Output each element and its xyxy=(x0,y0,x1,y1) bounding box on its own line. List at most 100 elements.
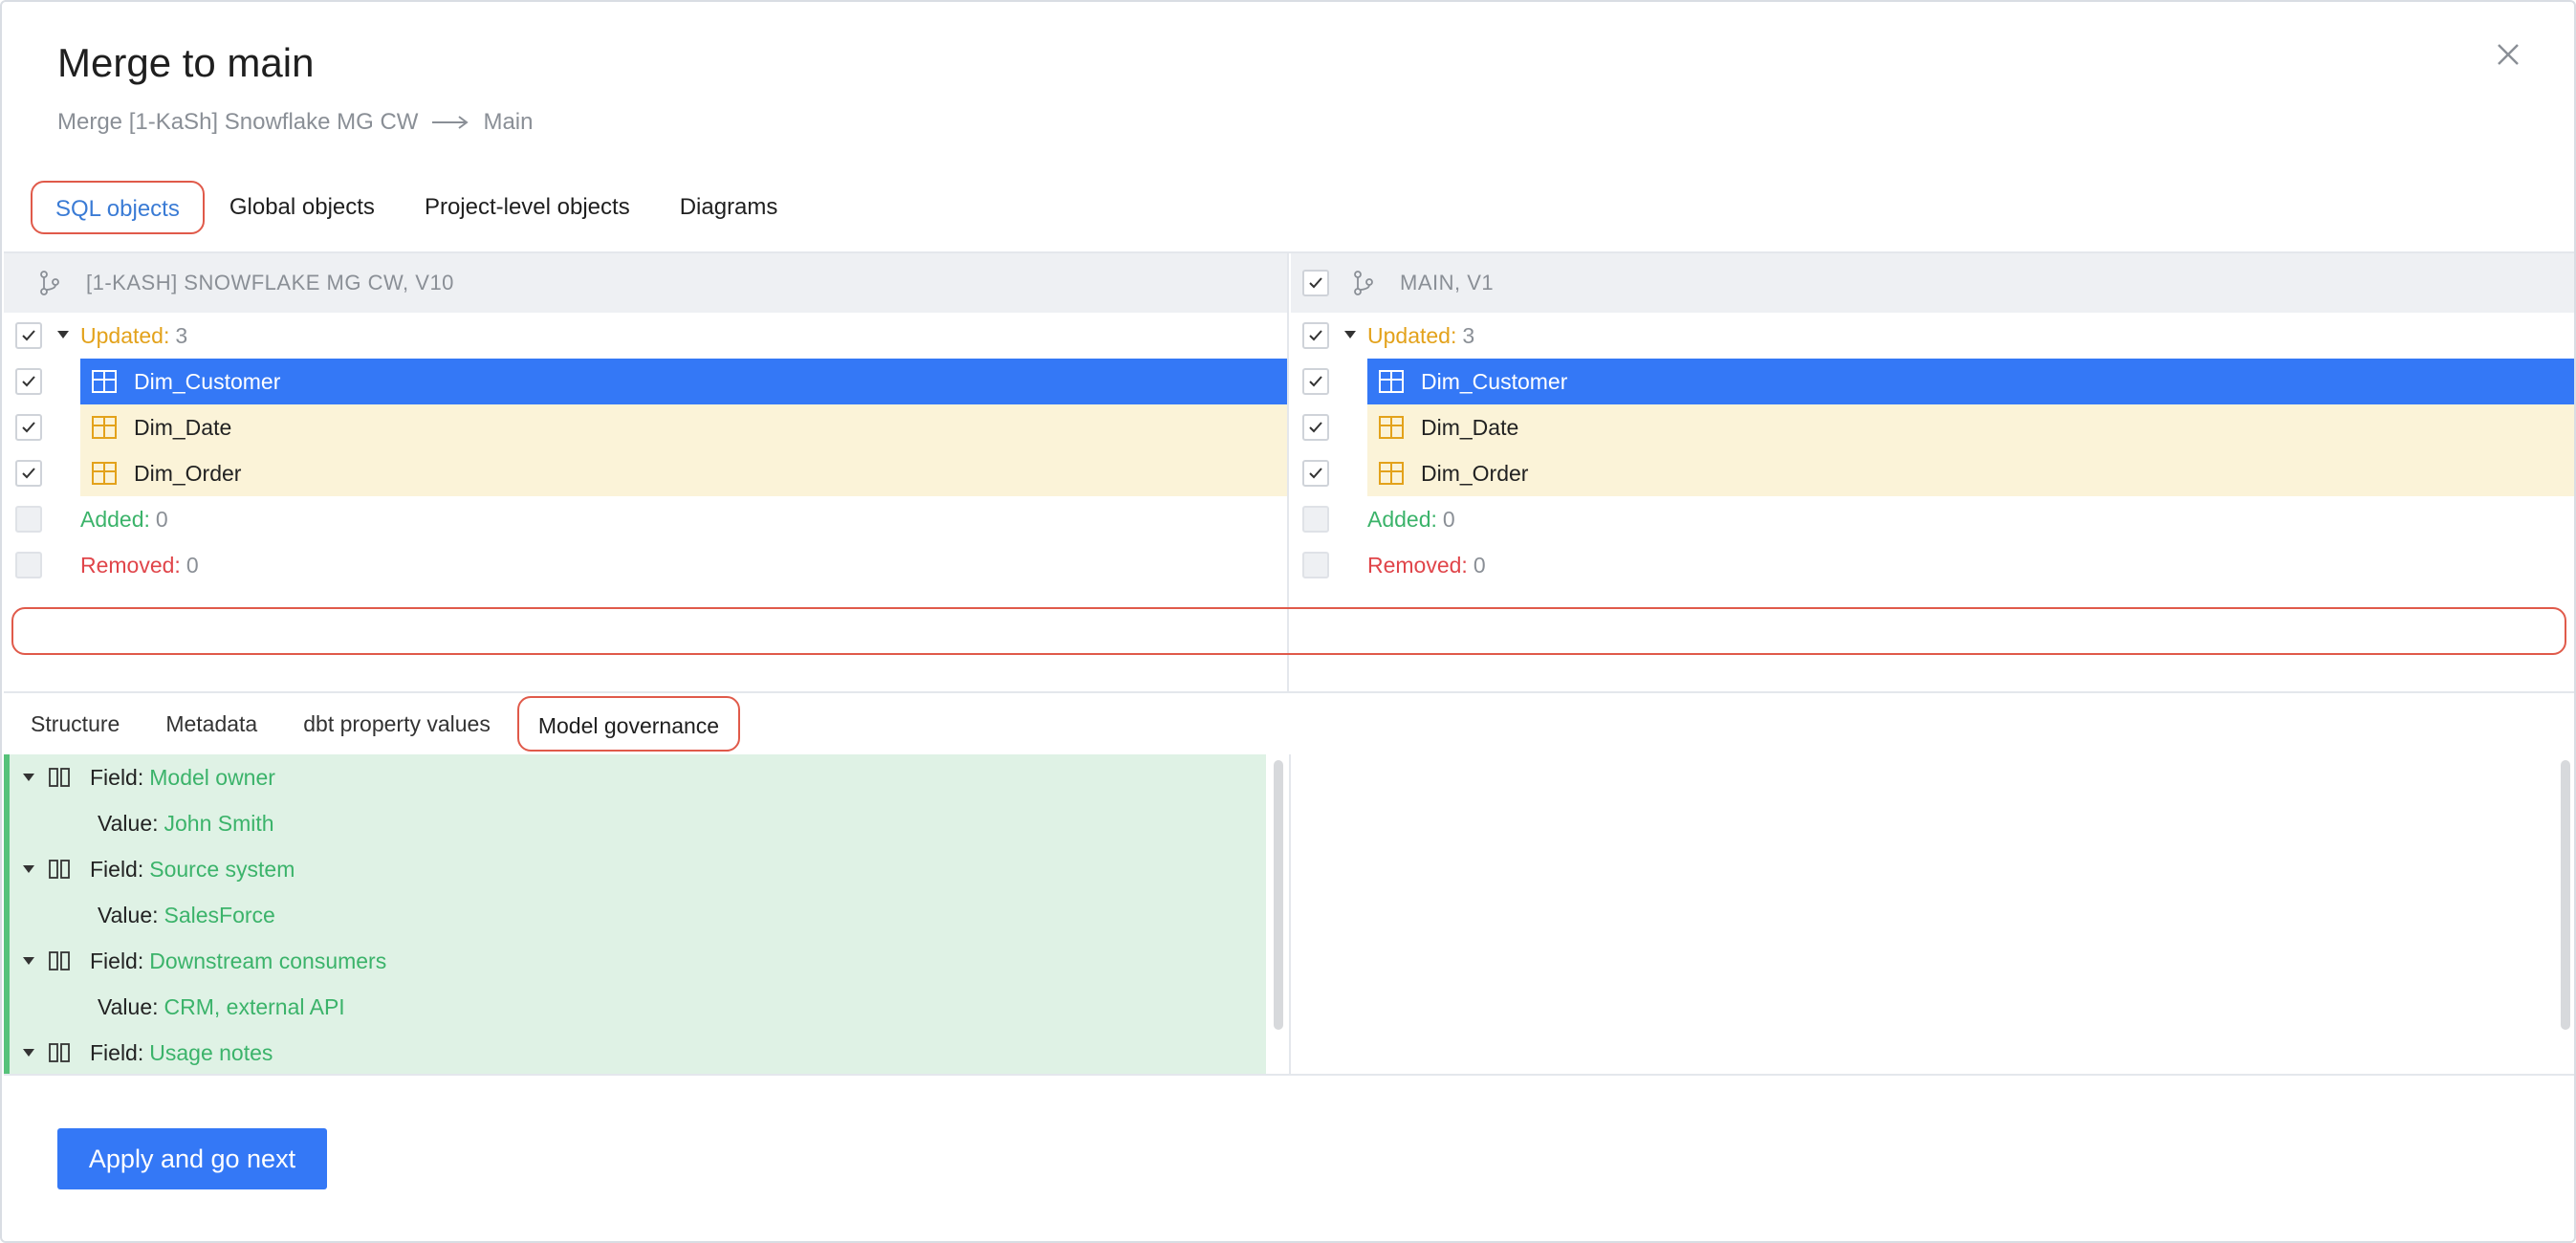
check-icon xyxy=(1309,422,1322,433)
list-item[interactable]: Dim_Customer xyxy=(4,359,1287,404)
added-label: Added: xyxy=(1367,507,1437,532)
object-tabs: SQL objects Global objects Project-level… xyxy=(31,181,802,234)
select-all-checkbox[interactable] xyxy=(1302,270,1329,296)
removed-count: 0 xyxy=(186,553,199,578)
right-pane-header: MAIN, V1 xyxy=(1291,253,2574,313)
check-icon xyxy=(22,468,35,479)
value-label: Value: xyxy=(98,902,159,927)
added-count: 0 xyxy=(1442,507,1455,532)
detail-panel: Field: Model owner Value: John Smith Field… xyxy=(4,754,2574,1076)
field-label: Field: xyxy=(90,948,144,973)
right-pane-title: MAIN, V1 xyxy=(1400,271,1495,294)
apply-and-go-next-button[interactable]: Apply and go next xyxy=(57,1128,327,1189)
tab-structure[interactable]: Structure xyxy=(11,696,139,752)
item-checkbox[interactable] xyxy=(1302,460,1329,487)
item-name: Dim_Order xyxy=(134,460,242,486)
detail-tabs: Structure Metadata dbt property values M… xyxy=(4,691,2574,754)
arrow-right-icon xyxy=(432,116,469,129)
tab-global-objects[interactable]: Global objects xyxy=(205,181,400,234)
table-icon xyxy=(92,370,117,393)
value-label: Value: xyxy=(98,993,159,1019)
group-added[interactable]: Added: 0 xyxy=(4,496,1287,542)
item-name: Dim_Customer xyxy=(134,368,281,394)
caret-down-icon[interactable] xyxy=(1344,331,1356,338)
item-checkbox[interactable] xyxy=(15,414,42,441)
group-updated-checkbox[interactable] xyxy=(15,322,42,349)
check-icon xyxy=(1309,468,1322,479)
list-item[interactable]: Dim_Date xyxy=(1291,404,2574,450)
detail-left-pane: Field: Model owner Value: John Smith Field… xyxy=(4,754,1266,1074)
updated-count: 3 xyxy=(175,323,188,348)
field-row[interactable]: Field: Model owner xyxy=(10,754,275,800)
tab-sql-objects[interactable]: SQL objects xyxy=(31,181,205,234)
value-row: Value: John Smith xyxy=(10,800,274,846)
tab-dbt-property-values[interactable]: dbt property values xyxy=(284,696,510,752)
group-removed[interactable]: Removed: 0 xyxy=(4,542,1287,588)
group-removed[interactable]: Removed: 0 xyxy=(1291,542,2574,588)
check-icon xyxy=(22,422,35,433)
list-item[interactable]: Dim_Order xyxy=(1291,450,2574,496)
caret-down-icon[interactable] xyxy=(23,774,34,781)
left-pane: [1-KASH] SNOWFLAKE MG CW, V10 Updated: 3 … xyxy=(4,253,1289,693)
item-checkbox[interactable] xyxy=(1302,368,1329,395)
item-checkbox[interactable] xyxy=(15,368,42,395)
check-icon xyxy=(1309,277,1322,289)
group-added[interactable]: Added: 0 xyxy=(1291,496,2574,542)
field-row[interactable]: Field: Source system xyxy=(10,846,295,892)
column-icon xyxy=(49,768,70,787)
field-name: Source system xyxy=(149,856,295,882)
added-count: 0 xyxy=(155,507,168,532)
item-name: Dim_Date xyxy=(1421,414,1519,440)
tab-project-level-objects[interactable]: Project-level objects xyxy=(400,181,655,234)
caret-down-icon[interactable] xyxy=(57,331,69,338)
column-icon xyxy=(49,1043,70,1062)
group-removed-checkbox[interactable] xyxy=(15,552,42,578)
detail-divider xyxy=(1289,754,1291,1074)
item-name: Dim_Date xyxy=(134,414,232,440)
item-name: Dim_Customer xyxy=(1421,368,1568,394)
right-scrollbar[interactable] xyxy=(2561,760,2570,1030)
tab-model-governance[interactable]: Model governance xyxy=(516,696,741,752)
field-row[interactable]: Field: Usage notes xyxy=(10,1030,273,1074)
merge-source-label: Merge [1-KaSh] Snowflake MG CW xyxy=(57,109,419,135)
compare-panes: [1-KASH] SNOWFLAKE MG CW, V10 Updated: 3 … xyxy=(4,251,2574,693)
group-updated[interactable]: Updated: 3 xyxy=(4,313,1287,359)
caret-down-icon[interactable] xyxy=(23,957,34,965)
caret-down-icon[interactable] xyxy=(23,865,34,873)
removed-count: 0 xyxy=(1473,553,1486,578)
item-checkbox[interactable] xyxy=(15,460,42,487)
field-name: Downstream consumers xyxy=(149,948,387,973)
group-updated-checkbox[interactable] xyxy=(1302,322,1329,349)
caret-down-icon[interactable] xyxy=(23,1049,34,1057)
updated-label: Updated: xyxy=(80,323,170,348)
dialog-title: Merge to main xyxy=(57,40,315,85)
check-icon xyxy=(1309,376,1322,387)
field-label: Field: xyxy=(90,764,144,790)
item-checkbox[interactable] xyxy=(1302,414,1329,441)
git-branch-icon xyxy=(40,271,59,295)
field-value: SalesForce xyxy=(164,902,275,927)
left-pane-title: [1-KASH] SNOWFLAKE MG CW, V10 xyxy=(86,271,454,294)
tab-diagrams[interactable]: Diagrams xyxy=(655,181,803,234)
tab-metadata[interactable]: Metadata xyxy=(146,696,276,752)
list-item[interactable]: Dim_Order xyxy=(4,450,1287,496)
column-icon xyxy=(49,860,70,879)
added-label: Added: xyxy=(80,507,150,532)
list-item[interactable]: Dim_Customer xyxy=(1291,359,2574,404)
table-icon xyxy=(1379,416,1404,439)
value-row: Value: SalesForce xyxy=(10,892,275,938)
check-icon xyxy=(22,330,35,341)
check-icon xyxy=(1309,330,1322,341)
table-icon xyxy=(1379,370,1404,393)
group-added-checkbox[interactable] xyxy=(15,506,42,533)
list-item[interactable]: Dim_Date xyxy=(4,404,1287,450)
removed-label: Removed: xyxy=(80,553,181,578)
close-icon[interactable] xyxy=(2494,40,2522,69)
item-name: Dim_Order xyxy=(1421,460,1529,486)
group-added-checkbox[interactable] xyxy=(1302,506,1329,533)
group-updated[interactable]: Updated: 3 xyxy=(1291,313,2574,359)
field-row[interactable]: Field: Downstream consumers xyxy=(10,938,386,984)
check-icon xyxy=(22,376,35,387)
group-removed-checkbox[interactable] xyxy=(1302,552,1329,578)
left-scrollbar[interactable] xyxy=(1274,760,1283,1030)
